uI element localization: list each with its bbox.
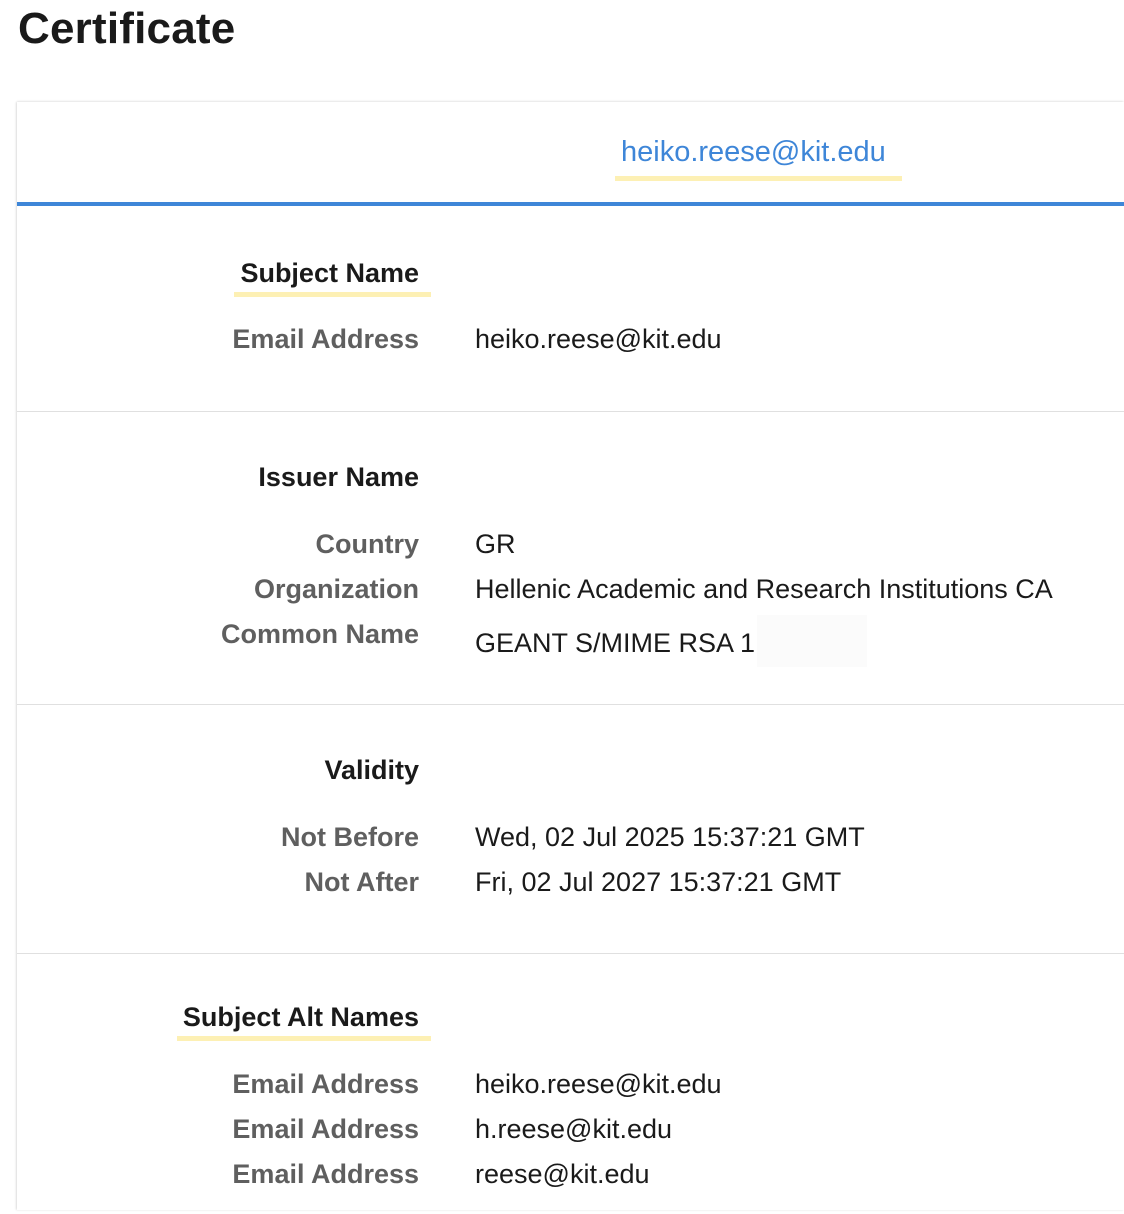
field-value: reese@kit.edu xyxy=(475,1159,650,1189)
section-title: Validity xyxy=(324,755,419,785)
field-row: Organization Hellenic Academic and Resea… xyxy=(17,574,1124,614)
field-row: Email Address h.reese@kit.edu xyxy=(17,1114,1124,1154)
field-label: Email Address xyxy=(232,324,419,354)
field-label: Email Address xyxy=(232,1069,419,1099)
field-value: heiko.reese@kit.edu xyxy=(475,324,722,354)
field-value: Fri, 02 Jul 2027 15:37:21 GMT xyxy=(475,867,842,897)
section-subject-alt-names: Subject Alt Names Email Address heiko.re… xyxy=(17,954,1124,1214)
field-value: GEANT S/MIME RSA 1 xyxy=(475,615,868,671)
field-row: Not Before Wed, 02 Jul 2025 15:37:21 GMT xyxy=(17,822,1124,862)
field-label: Country xyxy=(315,529,420,559)
field-value: heiko.reese@kit.edu xyxy=(475,1069,722,1099)
field-row: Email Address heiko.reese@kit.edu xyxy=(17,1069,1124,1109)
field-value: Hellenic Academic and Research Instituti… xyxy=(475,574,1053,604)
field-row: Country GR xyxy=(17,529,1124,569)
field-row: Common Name GEANT S/MIME RSA 1 xyxy=(17,615,1124,667)
field-row: Email Address heiko.reese@kit.edu xyxy=(17,324,1124,364)
field-label: Common Name xyxy=(220,619,419,649)
section-title: Subject Alt Names xyxy=(176,1002,432,1041)
common-name-text: GEANT S/MIME RSA 1 xyxy=(475,628,756,659)
section-subject-name: Subject Name Email Address heiko.reese@k… xyxy=(17,206,1124,412)
field-row: Email Address reese@kit.edu xyxy=(17,1159,1124,1199)
field-label: Email Address xyxy=(232,1159,419,1189)
redacted-area xyxy=(757,615,868,667)
tab-certificate[interactable]: heiko.reese@kit.edu xyxy=(615,136,902,181)
section-title: Subject Name xyxy=(234,258,431,297)
field-label: Email Address xyxy=(232,1114,419,1144)
section-validity: Validity Not Before Wed, 02 Jul 2025 15:… xyxy=(17,705,1124,954)
section-title: Issuer Name xyxy=(258,462,419,492)
field-label: Not After xyxy=(304,867,420,897)
field-value: Wed, 02 Jul 2025 15:37:21 GMT xyxy=(475,822,865,852)
field-value: h.reese@kit.edu xyxy=(475,1114,673,1144)
field-label: Not Before xyxy=(280,822,419,852)
field-value: GR xyxy=(475,529,516,559)
page-title: Certificate xyxy=(18,4,236,53)
certificate-viewer: heiko.reese@kit.edu Subject Name Email A… xyxy=(17,102,1124,1210)
section-issuer-name: Issuer Name Country GR Organization Hell… xyxy=(17,412,1124,705)
field-row: Not After Fri, 02 Jul 2027 15:37:21 GMT xyxy=(17,867,1124,907)
tab-bar: heiko.reese@kit.edu xyxy=(17,102,1124,206)
field-label: Organization xyxy=(253,574,419,604)
